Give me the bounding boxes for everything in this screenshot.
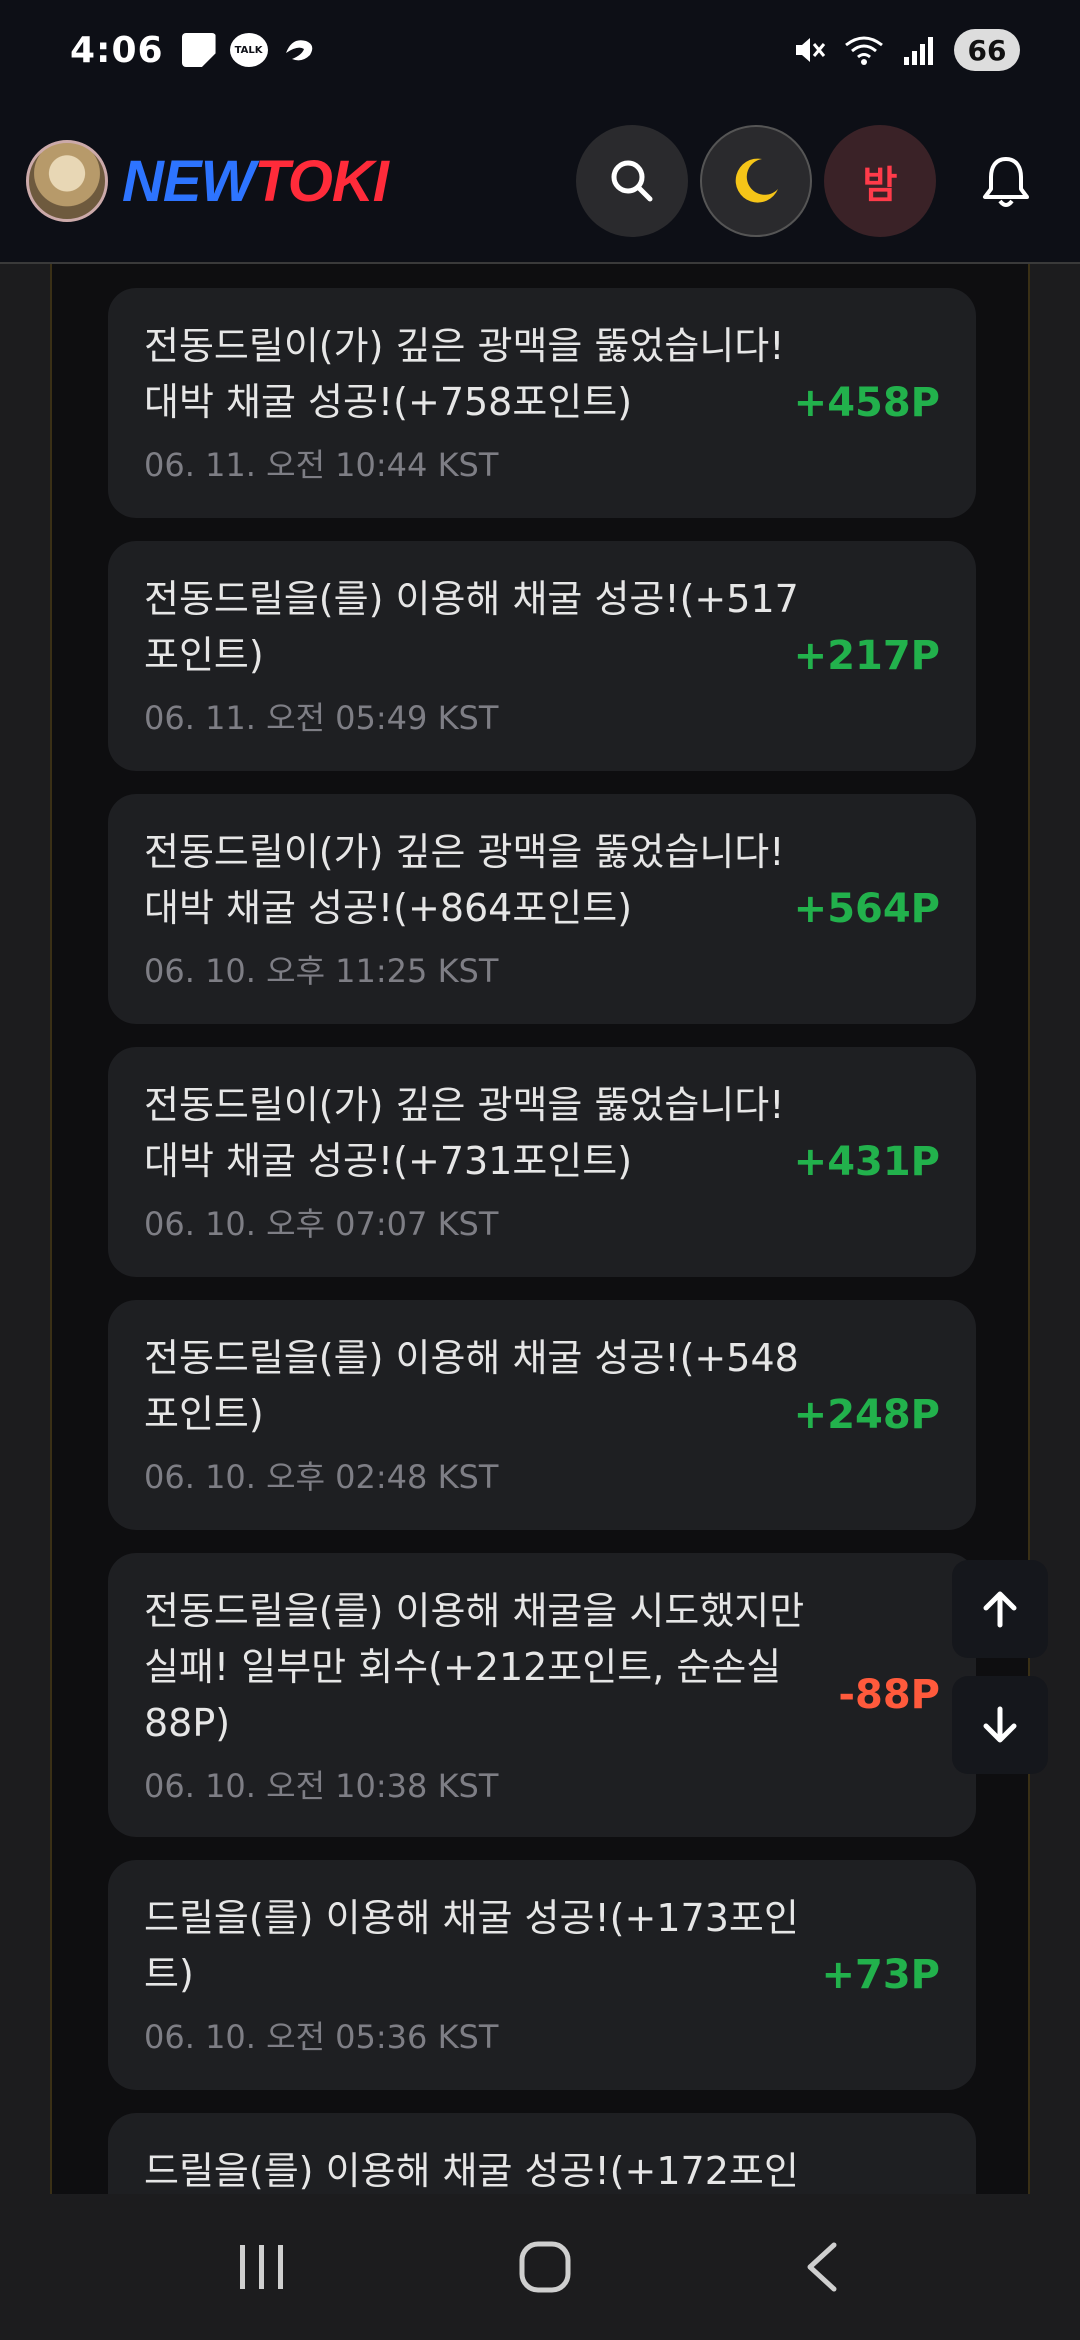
item-message: 전동드릴을(를) 이용해 채굴을 시도했지만 실패! 일부만 회수(+212포인… (144, 1589, 805, 1745)
system-nav-bar (0, 2194, 1080, 2340)
mute-icon (796, 38, 826, 62)
signal-icon (904, 37, 933, 65)
list-item[interactable]: 드릴을(를) 이용해 채굴 성공!(+173포인트) 06. 10. 오전 05… (108, 1860, 976, 2090)
list-item[interactable]: 전동드릴이(가) 깊은 광맥을 뚫었습니다! 대박 채굴 성공!(+864포인트… (108, 794, 976, 1024)
moon-icon (735, 158, 778, 203)
item-message: 드릴을(를) 이용해 채굴 성공!(+172포인트) (144, 2149, 799, 2193)
avatar[interactable] (26, 140, 108, 222)
arrow-down-icon (983, 1706, 1017, 1743)
item-time: 06. 10. 오전 10:38 KST (144, 1767, 499, 1805)
site-logo[interactable]: NEWTOKI (122, 148, 389, 215)
item-points: -88P (838, 1672, 940, 1718)
search-icon (611, 160, 653, 202)
scroll-top-button[interactable] (952, 1560, 1048, 1658)
item-message: 전동드릴을(를) 이용해 채굴 성공!(+517포인트) (144, 577, 799, 677)
list-item[interactable]: 전동드릴을(를) 이용해 채굴을 시도했지만 실패! 일부만 회수(+212포인… (108, 1553, 976, 1837)
item-time: 06. 10. 오후 07:07 KST (144, 1205, 499, 1243)
recents-icon[interactable] (232, 2239, 292, 2295)
battery-level: 66 (954, 29, 1020, 71)
kakaotalk-icon: TALK (229, 33, 268, 67)
arrow-up-icon (983, 1591, 1017, 1628)
item-time: 06. 11. 오전 05:49 KST (144, 699, 499, 737)
item-points: +73P (821, 1952, 941, 1998)
list-item[interactable]: 전동드릴을(를) 이용해 채굴 성공!(+548포인트) 06. 10. 오후 … (108, 1300, 976, 1530)
content-column: 전동드릴이(가) 깊은 광맥을 뚫었습니다! 대박 채굴 성공!(+758포인트… (50, 264, 1030, 2194)
item-message: 전동드릴이(가) 깊은 광맥을 뚫었습니다! 대박 채굴 성공!(+864포인트… (144, 830, 785, 930)
logo-part-new: NEW (122, 148, 255, 214)
list-item[interactable]: 전동드릴이(가) 깊은 광맥을 뚫었습니다! 대박 채굴 성공!(+731포인트… (108, 1047, 976, 1277)
item-points: +564P (793, 886, 940, 932)
item-points: +217P (793, 633, 940, 679)
point-history-list: 전동드릴이(가) 깊은 광맥을 뚫었습니다! 대박 채굴 성공!(+758포인트… (108, 288, 976, 2194)
content-area[interactable]: 전동드릴이(가) 깊은 광맥을 뚫었습니다! 대박 채굴 성공!(+758포인트… (0, 264, 1080, 2194)
notification-doc-icon (181, 33, 216, 67)
list-item[interactable]: 드릴을(를) 이용해 채굴 성공!(+172포인트) (108, 2113, 976, 2194)
home-icon[interactable] (515, 2237, 575, 2297)
item-points: +431P (793, 1139, 940, 1185)
notifications-button[interactable] (958, 125, 1054, 237)
status-right: 66 (792, 29, 1020, 71)
night-mode-label: 밤 (862, 162, 898, 207)
list-item[interactable]: 전동드릴이(가) 깊은 광맥을 뚫었습니다! 대박 채굴 성공!(+758포인트… (108, 288, 976, 518)
item-points: +248P (793, 1392, 940, 1438)
back-icon[interactable] (798, 2239, 848, 2295)
item-time: 06. 10. 오후 11:25 KST (144, 952, 499, 990)
bell-icon (983, 157, 1029, 207)
status-bar: 4:06 TALK 66 (0, 0, 1080, 100)
notification-icons: TALK (181, 33, 320, 67)
app-header: NEWTOKI 밤 (0, 100, 1080, 264)
header-actions: 밤 (576, 125, 1054, 237)
item-message: 전동드릴을(를) 이용해 채굴 성공!(+548포인트) (144, 1336, 799, 1436)
status-time: 4:06 (70, 29, 164, 71)
wifi-icon (845, 36, 883, 65)
night-mode-button[interactable]: 밤 (824, 125, 936, 237)
dark-mode-button[interactable] (700, 125, 812, 237)
item-time: 06. 10. 오전 05:36 KST (144, 2018, 499, 2056)
item-points: +458P (793, 380, 940, 426)
item-message: 드릴을(를) 이용해 채굴 성공!(+173포인트) (144, 1896, 799, 1996)
list-item[interactable]: 전동드릴을(를) 이용해 채굴 성공!(+517포인트) 06. 11. 오전 … (108, 541, 976, 771)
item-message: 전동드릴이(가) 깊은 광맥을 뚫었습니다! 대박 채굴 성공!(+731포인트… (144, 1083, 785, 1183)
item-message: 전동드릴이(가) 깊은 광맥을 뚫었습니다! 대박 채굴 성공!(+758포인트… (144, 324, 785, 424)
item-time: 06. 11. 오전 10:44 KST (144, 446, 499, 484)
item-time: 06. 10. 오후 02:48 KST (144, 1458, 499, 1496)
logo-part-toki: TOKI (254, 148, 388, 214)
search-button[interactable] (576, 125, 688, 237)
swirl-icon (285, 40, 312, 61)
scroll-bottom-button[interactable] (952, 1676, 1048, 1774)
